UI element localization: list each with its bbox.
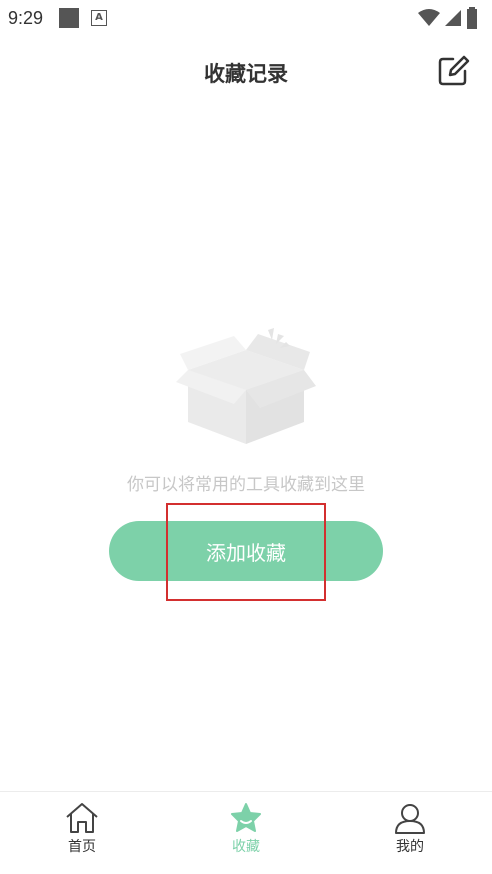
add-favorite-button[interactable]: 添加收藏: [109, 521, 383, 581]
battery-icon: [467, 7, 477, 29]
notification-icon: [59, 8, 80, 28]
status-bar: 9:29 A: [0, 0, 492, 36]
signal-icon: [445, 10, 461, 26]
tab-favorites[interactable]: 收藏: [164, 792, 328, 874]
user-icon: [395, 804, 425, 834]
tab-bar: 首页 收藏 我的: [0, 791, 492, 874]
header: 收藏记录: [0, 46, 492, 96]
tab-home[interactable]: 首页: [0, 792, 164, 874]
status-time: 9:29: [8, 7, 44, 28]
wifi-icon: [418, 9, 440, 26]
tab-profile[interactable]: 我的: [328, 792, 492, 874]
tab-profile-label: 我的: [396, 839, 424, 855]
empty-state-message: 你可以将常用的工具收藏到这里: [127, 475, 365, 495]
page-title: 收藏记录: [204, 62, 288, 86]
tab-favorites-label: 收藏: [232, 839, 260, 855]
empty-box-icon: [176, 328, 316, 444]
star-icon: [231, 803, 261, 832]
app-notification-icon: A: [91, 10, 108, 26]
edit-icon[interactable]: [436, 54, 470, 88]
tab-home-label: 首页: [68, 839, 96, 855]
home-icon: [66, 803, 98, 833]
